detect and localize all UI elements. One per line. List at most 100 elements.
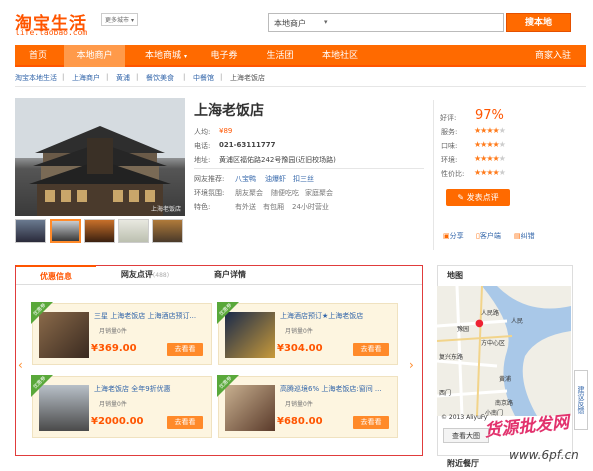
deal-price: ¥369.00: [91, 343, 137, 354]
map-label: 豫园: [457, 326, 470, 333]
map-view[interactable]: ● 人民路 豫园 方中心区 南京路 西门 小南门 黄浦 复兴东路 人民: [437, 286, 571, 416]
map-label: 西门: [439, 390, 452, 397]
recommend-dish[interactable]: 油爆虾: [265, 174, 286, 184]
chevron-down-icon: ▾: [130, 17, 134, 24]
map-label: 黄浦: [499, 376, 512, 383]
map-label: 南京路: [495, 400, 514, 407]
deal-monthly-sales: 月销量0件: [99, 328, 127, 335]
environment-tag: 朋友聚会: [235, 189, 263, 197]
tab-underline: [16, 284, 422, 285]
breadcrumb-item[interactable]: 上海商户: [72, 73, 100, 83]
more-cities-dropdown[interactable]: 更多城市 ▾: [101, 13, 138, 26]
breadcrumb-separator: |: [220, 73, 223, 81]
merchant-join-link[interactable]: 商家入驻: [525, 45, 581, 67]
breadcrumb-item[interactable]: 中餐馆: [193, 73, 214, 83]
client-link[interactable]: ▯客户端: [476, 231, 501, 241]
breadcrumb-item[interactable]: 淘宝本地生活: [15, 73, 57, 83]
avg-price-label: 人均:: [194, 128, 211, 136]
rating-stars: ★★★★★: [474, 126, 506, 135]
map-label: 复兴东路: [439, 354, 464, 361]
address-label: 地址:: [194, 156, 211, 164]
view-deal-button[interactable]: 去看看: [353, 343, 389, 356]
deal-title[interactable]: 三星 上海老饭店 上海酒店预订...: [94, 311, 209, 321]
photo-thumbnail-selected[interactable]: [50, 219, 81, 243]
rating-label: 口味:: [441, 142, 458, 150]
nav-local-mall[interactable]: 本地商城 ▾: [133, 45, 199, 67]
deal-card[interactable]: 优惠券 三星 上海老饭店 上海酒店预订... 月销量0件 ¥369.00 去看看: [31, 302, 212, 365]
correction-link[interactable]: ▤纠错: [514, 231, 535, 241]
main-nav: 首页 本地商户 本地商城 ▾ 电子券 生活团 本地社区 商家入驻: [15, 45, 586, 67]
photo-thumbnail[interactable]: [118, 219, 149, 243]
nav-local-community[interactable]: 本地社区: [312, 45, 368, 67]
rating-label: 性价比:: [441, 170, 465, 178]
map-copyright: © 2013 AliyuFy: [441, 414, 488, 421]
environment-tag: 家庭聚会: [305, 189, 333, 197]
view-large-map-button[interactable]: 查看大图: [443, 428, 489, 443]
chevron-down-icon[interactable]: ▾: [324, 18, 328, 26]
search-input[interactable]: 本地商户 ▾: [268, 13, 504, 32]
breadcrumb-current: 上海老饭店: [230, 74, 265, 82]
deal-card[interactable]: 优惠券 上海老饭店 全年9折优惠 月销量0件 ¥2000.00 去看看: [31, 375, 212, 438]
breadcrumb-item[interactable]: 黄浦: [116, 73, 130, 83]
deal-title[interactable]: 上海老饭店 全年9折优惠: [94, 384, 209, 394]
tab-reviews[interactable]: 网友点评(488): [100, 265, 190, 285]
view-deal-button[interactable]: 去看看: [167, 416, 203, 429]
phone-value: 021-63111777: [219, 141, 276, 149]
write-review-button[interactable]: ✎ 发表点评: [446, 189, 510, 206]
nav-ecoupon[interactable]: 电子券: [201, 45, 247, 67]
recommend-dish[interactable]: 扣三丝: [293, 174, 314, 184]
photo-thumbnail[interactable]: [152, 219, 183, 243]
deal-price: ¥2000.00: [91, 416, 144, 427]
rating-label: 服务:: [441, 128, 458, 136]
share-link[interactable]: ▣分享: [443, 231, 464, 241]
tab-merchant-details[interactable]: 商户详情: [190, 265, 270, 285]
features-label: 特色:: [194, 203, 211, 211]
nav-local-merchants[interactable]: 本地商户: [64, 45, 125, 67]
store-main-photo[interactable]: 上海老饭店: [15, 98, 185, 216]
breadcrumb-separator: |: [183, 73, 186, 81]
recommend-dish[interactable]: 八宝鸭: [235, 174, 256, 184]
search-button[interactable]: 搜本地: [506, 13, 571, 32]
environment-tag: 随便吃吃: [271, 189, 299, 197]
map-label: 人民: [511, 318, 524, 325]
logo-url: life.taobao.com: [15, 28, 88, 37]
rating-label: 环境:: [441, 156, 458, 164]
share-label: 分享: [449, 232, 464, 240]
write-review-label: 发表点评: [466, 193, 499, 202]
map-marker-icon[interactable]: ●: [475, 318, 484, 329]
deal-monthly-sales: 月销量0件: [285, 401, 313, 408]
deal-card[interactable]: 优惠券 上海酒店预订★上海老饭店 月销量0件 ¥304.00 去看看: [217, 302, 398, 365]
recommend-label: 网友推荐:: [194, 175, 225, 183]
deal-title[interactable]: 高腾巡境6% 上海老饭店:窗间 ...: [280, 384, 395, 394]
nav-local-mall-label: 本地商城: [145, 51, 182, 61]
search-scope-label: 本地商户: [274, 19, 306, 28]
feature-tag: 24小时营业: [292, 203, 329, 211]
photo-thumbnail[interactable]: [15, 219, 46, 243]
divider: [433, 100, 434, 250]
watermark-url: www.6pf.cn: [509, 448, 579, 462]
feedback-tab[interactable]: 建议反馈: [574, 370, 588, 430]
rating-stars: ★★★★★: [474, 154, 506, 163]
tab-deals[interactable]: 优惠信息: [16, 265, 96, 285]
chevron-left-icon[interactable]: ‹: [18, 358, 23, 372]
environment-label: 环境氛围:: [194, 189, 225, 197]
deal-title[interactable]: 上海酒店预订★上海老饭店: [280, 311, 395, 321]
feature-tag: 有包厢: [263, 203, 284, 211]
map-label: 方中心区: [481, 340, 506, 347]
nav-home[interactable]: 首页: [15, 45, 61, 67]
nav-group-buy[interactable]: 生活团: [257, 45, 303, 67]
feature-tag: 有外送: [235, 203, 256, 211]
view-deal-button[interactable]: 去看看: [353, 416, 389, 429]
good-rate-value: 97%: [475, 108, 504, 123]
chevron-right-icon[interactable]: ›: [409, 358, 414, 372]
breadcrumb-item[interactable]: 餐饮美食: [146, 73, 174, 83]
photo-thumbnail[interactable]: [84, 219, 115, 243]
deal-price: ¥680.00: [277, 416, 323, 427]
phone-label: 电话:: [194, 142, 211, 150]
divider: [194, 168, 424, 169]
chevron-down-icon: ▾: [183, 53, 187, 60]
view-deal-button[interactable]: 去看看: [167, 343, 203, 356]
correction-label: 纠错: [520, 232, 535, 240]
deal-card[interactable]: 优惠券 高腾巡境6% 上海老饭店:窗间 ... 月销量0件 ¥680.00 去看…: [217, 375, 398, 438]
photo-caption: 上海老饭店: [150, 206, 181, 213]
